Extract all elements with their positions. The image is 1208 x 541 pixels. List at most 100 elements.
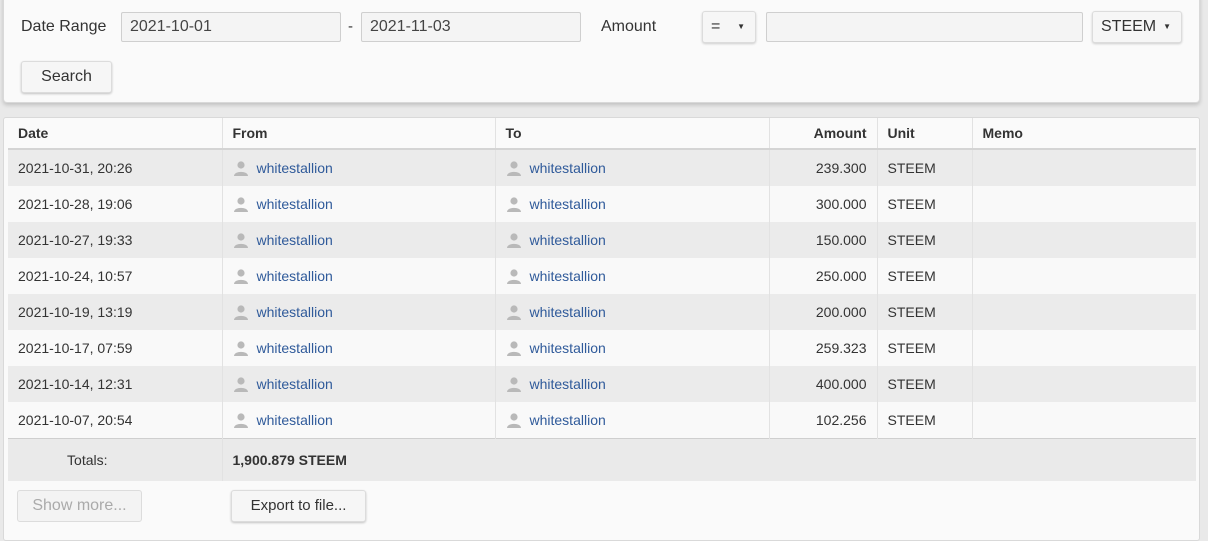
table-header-row: Date From To Amount Unit Memo (8, 118, 1196, 150)
row-memo (972, 366, 1196, 402)
row-unit: STEEM (877, 366, 973, 402)
header-date[interactable]: Date (8, 118, 223, 150)
row-date: 2021-10-24, 10:57 (8, 258, 223, 294)
date-to-input[interactable] (361, 12, 581, 42)
row-to: whitestallion (495, 402, 770, 439)
row-to: whitestallion (495, 258, 770, 294)
table-row: 2021-10-14, 12:31 whitestallion whitestall… (8, 366, 1196, 402)
currency-value: STEEM (1101, 18, 1157, 35)
row-from: whitestallion (222, 366, 496, 402)
to-account-link[interactable]: whitestallion (530, 376, 606, 392)
user-icon (233, 305, 248, 320)
row-from: whitestallion (222, 294, 496, 330)
row-to: whitestallion (495, 366, 770, 402)
row-unit: STEEM (877, 294, 973, 330)
to-account-link[interactable]: whitestallion (530, 412, 606, 428)
currency-select[interactable]: STEEM ▼ (1092, 11, 1182, 43)
header-amount[interactable]: Amount (769, 118, 878, 150)
from-account-link[interactable]: whitestallion (257, 340, 333, 356)
row-date: 2021-10-17, 07:59 (8, 330, 223, 366)
row-amount: 150.000 (769, 222, 878, 258)
row-from: whitestallion (222, 330, 496, 366)
header-memo[interactable]: Memo (972, 118, 1196, 150)
user-icon (506, 197, 521, 212)
user-icon (233, 161, 248, 176)
table-row: 2021-10-24, 10:57 whitestallion whitestall… (8, 258, 1196, 294)
row-memo (972, 330, 1196, 366)
to-account-link[interactable]: whitestallion (530, 304, 606, 320)
user-icon (506, 341, 521, 356)
row-amount: 200.000 (769, 294, 878, 330)
table-row: 2021-10-07, 20:54 whitestallion whitestall… (8, 402, 1196, 439)
row-date: 2021-10-31, 20:26 (8, 149, 223, 186)
row-to: whitestallion (495, 186, 770, 222)
from-account-link[interactable]: whitestallion (257, 268, 333, 284)
header-to[interactable]: To (495, 118, 770, 150)
row-memo (972, 222, 1196, 258)
operator-value: = (711, 18, 721, 35)
user-icon (506, 161, 521, 176)
from-account-link[interactable]: whitestallion (257, 304, 333, 320)
row-amount: 300.000 (769, 186, 878, 222)
row-date: 2021-10-28, 19:06 (8, 186, 223, 222)
row-date: 2021-10-07, 20:54 (8, 402, 223, 439)
results-panel: Date From To Amount Unit Memo 2021-10-31… (3, 117, 1200, 541)
table-row: 2021-10-28, 19:06 whitestallion whitestall… (8, 186, 1196, 222)
row-to: whitestallion (495, 149, 770, 186)
row-amount: 259.323 (769, 330, 878, 366)
table-row: 2021-10-31, 20:26 whitestallion whitestall… (8, 149, 1196, 186)
row-amount: 102.256 (769, 402, 878, 439)
table-row: 2021-10-27, 19:33 whitestallion whitestall… (8, 222, 1196, 258)
export-button[interactable]: Export to file... (231, 490, 366, 522)
from-account-link[interactable]: whitestallion (257, 160, 333, 176)
user-icon (233, 413, 248, 428)
caret-down-icon: ▼ (737, 22, 745, 31)
header-from[interactable]: From (222, 118, 496, 150)
from-account-link[interactable]: whitestallion (257, 196, 333, 212)
from-account-link[interactable]: whitestallion (257, 376, 333, 392)
date-from-input[interactable] (121, 12, 341, 42)
to-account-link[interactable]: whitestallion (530, 160, 606, 176)
date-separator: - (348, 18, 353, 35)
row-to: whitestallion (495, 294, 770, 330)
user-icon (506, 305, 521, 320)
to-account-link[interactable]: whitestallion (530, 268, 606, 284)
show-more-button[interactable]: Show more... (17, 490, 142, 522)
row-unit: STEEM (877, 186, 973, 222)
totals-value: 1,900.879 STEEM (222, 438, 1196, 481)
user-icon (233, 233, 248, 248)
totals-label: Totals: (8, 438, 223, 481)
row-from: whitestallion (222, 402, 496, 439)
transfers-table: Date From To Amount Unit Memo 2021-10-31… (8, 118, 1196, 481)
row-unit: STEEM (877, 330, 973, 366)
row-to: whitestallion (495, 330, 770, 366)
user-icon (506, 377, 521, 392)
amount-input[interactable] (766, 12, 1083, 42)
date-range-label: Date Range (21, 18, 107, 35)
row-memo (972, 258, 1196, 294)
row-from: whitestallion (222, 186, 496, 222)
amount-operator-select[interactable]: = ▼ (702, 11, 756, 43)
totals-row: Totals: 1,900.879 STEEM (8, 438, 1196, 481)
to-account-link[interactable]: whitestallion (530, 340, 606, 356)
row-date: 2021-10-27, 19:33 (8, 222, 223, 258)
caret-down-icon: ▼ (1163, 22, 1171, 31)
row-date: 2021-10-14, 12:31 (8, 366, 223, 402)
row-from: whitestallion (222, 222, 496, 258)
user-icon (233, 341, 248, 356)
to-account-link[interactable]: whitestallion (530, 232, 606, 248)
search-button[interactable]: Search (21, 61, 112, 93)
table-row: 2021-10-19, 13:19 whitestallion whitestall… (8, 294, 1196, 330)
from-account-link[interactable]: whitestallion (257, 412, 333, 428)
row-unit: STEEM (877, 258, 973, 294)
header-unit[interactable]: Unit (877, 118, 973, 150)
user-icon (506, 269, 521, 284)
user-icon (506, 413, 521, 428)
row-amount: 239.300 (769, 149, 878, 186)
from-account-link[interactable]: whitestallion (257, 232, 333, 248)
user-icon (233, 269, 248, 284)
user-icon (233, 377, 248, 392)
to-account-link[interactable]: whitestallion (530, 196, 606, 212)
row-memo (972, 186, 1196, 222)
row-unit: STEEM (877, 402, 973, 439)
